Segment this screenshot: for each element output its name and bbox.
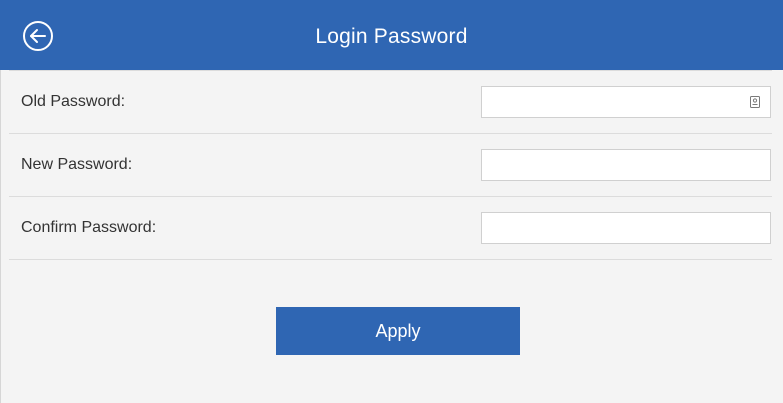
new-password-input[interactable] — [481, 149, 771, 181]
new-password-row: New Password: — [9, 134, 772, 196]
form-panel: Old Password: New Password: Confirm Pass… — [0, 70, 783, 403]
header-bar: Login Password — [0, 0, 783, 70]
confirm-password-input[interactable] — [481, 212, 771, 244]
new-password-label: New Password: — [21, 156, 133, 173]
old-password-label: Old Password: — [21, 93, 126, 110]
password-form: Old Password: New Password: Confirm Pass… — [9, 70, 772, 260]
divider — [9, 259, 772, 260]
confirm-password-row: Confirm Password: — [9, 197, 772, 259]
keychain-autofill-icon[interactable] — [748, 95, 762, 109]
apply-button[interactable]: Apply — [276, 307, 520, 355]
old-password-row: Old Password: — [9, 71, 772, 133]
confirm-password-label: Confirm Password: — [21, 219, 157, 236]
old-password-input[interactable] — [481, 86, 771, 118]
page-title: Login Password — [315, 25, 468, 48]
